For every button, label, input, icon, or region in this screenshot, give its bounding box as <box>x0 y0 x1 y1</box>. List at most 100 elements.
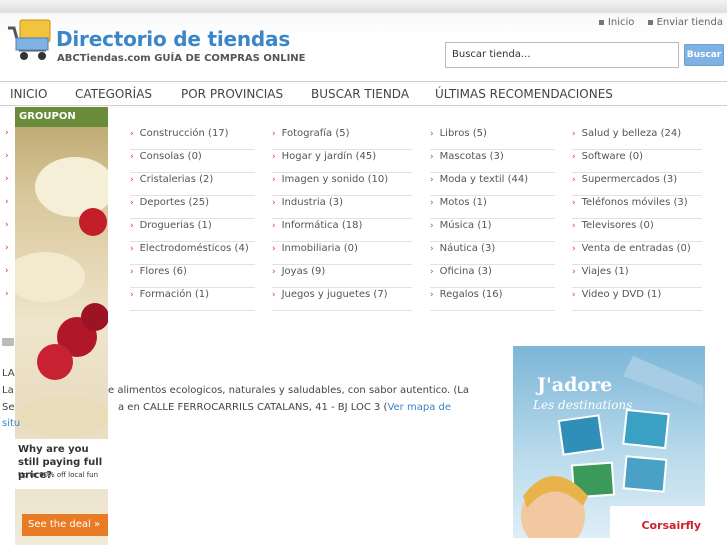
ad-headline: J'adore <box>537 374 613 396</box>
chevron-right-icon: › <box>5 151 9 161</box>
top-links: Inicio Enviar tienda <box>589 17 723 28</box>
search-input[interactable]: Buscar tienda... <box>445 42 679 68</box>
chevron-right-icon: › <box>5 266 9 276</box>
category-label: Inmobiliaria (0) <box>281 243 358 254</box>
category-link[interactable]: › Viajes (1) <box>572 266 702 288</box>
shopping-cart-logo-icon[interactable] <box>6 16 54 66</box>
category-link[interactable]: › Música (1) <box>430 220 555 242</box>
chevron-right-icon: › <box>572 267 576 277</box>
category-link[interactable]: › Deportes (25) <box>130 197 255 219</box>
category-label: Joyas (9) <box>281 266 326 277</box>
category-label: Libros (5) <box>439 128 487 139</box>
category-label: Náutica (3) <box>439 243 496 254</box>
search-button[interactable]: Buscar <box>684 44 724 66</box>
category-label: Construcción (17) <box>139 128 229 139</box>
category-link[interactable]: › Industria (3) <box>272 197 412 219</box>
groupon-ad[interactable]: GROUPON Why are you still paying full pr… <box>15 107 108 545</box>
chevron-right-icon: › <box>430 290 434 300</box>
home-link[interactable]: Inicio <box>598 17 634 28</box>
category-link[interactable]: › Formación (1) <box>130 289 255 311</box>
category-label: Software (0) <box>581 151 644 162</box>
header: Directorio de tiendas ABCTiendas.com GUÍ… <box>0 0 727 80</box>
chevron-right-icon: › <box>130 198 134 208</box>
chevron-right-icon: › <box>572 198 576 208</box>
chevron-right-icon: › <box>430 175 434 185</box>
nav-categorias[interactable]: CATEGORÍAS <box>75 87 152 101</box>
store-address: a en CALLE FERROCARRILS CATALANS, 41 - B… <box>118 402 451 413</box>
category-link[interactable]: › Cristalerias (2) <box>130 174 255 196</box>
category-link[interactable]: › Náutica (3) <box>430 243 555 265</box>
category-label: Informática (18) <box>281 220 363 231</box>
category-link[interactable]: › Joyas (9) <box>272 266 412 288</box>
collapse-toggle-icon[interactable] <box>2 338 14 346</box>
category-label: Música (1) <box>439 220 492 231</box>
category-link[interactable]: › Mascotas (3) <box>430 151 555 173</box>
chevron-right-icon: › <box>572 290 576 300</box>
category-label: Deportes (25) <box>139 197 210 208</box>
category-link[interactable]: › Imagen y sonido (10) <box>272 174 412 196</box>
category-link[interactable]: › Motos (1) <box>430 197 555 219</box>
category-link[interactable]: › Informática (18) <box>272 220 412 242</box>
category-link[interactable]: › Droguerias (1) <box>130 220 255 242</box>
chevron-right-icon: › <box>272 198 276 208</box>
category-label: Viajes (1) <box>581 266 629 277</box>
category-link[interactable]: › Venta de entradas (0) <box>572 243 702 265</box>
see-deal-button[interactable]: See the deal » <box>22 514 108 536</box>
page: Directorio de tiendas ABCTiendas.com GUÍ… <box>0 0 727 545</box>
category-link[interactable]: › Televisores (0) <box>572 220 702 242</box>
category-link[interactable]: › Flores (6) <box>130 266 255 288</box>
chevron-right-icon: › <box>572 221 576 231</box>
nav-recomendaciones[interactable]: ÚLTIMAS RECOMENDACIONES <box>435 87 613 101</box>
corsairfly-ad[interactable]: J'adore Les destinations Corsairfly <box>513 346 705 538</box>
chevron-right-icon: › <box>130 129 134 139</box>
chevron-right-icon: › <box>5 174 9 184</box>
category-link[interactable]: › Moda y textil (44) <box>430 174 555 196</box>
category-link[interactable]: › Fotografía (5) <box>272 128 412 150</box>
category-label: Industria (3) <box>281 197 344 208</box>
category-label: Hogar y jardín (45) <box>281 151 377 162</box>
category-label: Supermercados (3) <box>581 174 678 185</box>
chevron-right-icon: › <box>130 244 134 254</box>
category-label: Televisores (0) <box>581 220 654 231</box>
category-label: Video y DVD (1) <box>581 289 662 300</box>
nav-provincias[interactable]: POR PROVINCIAS <box>181 87 283 101</box>
submit-store-link[interactable]: Enviar tienda <box>647 17 723 28</box>
category-link[interactable]: › Construcción (17) <box>130 128 255 150</box>
chevron-right-icon: › <box>572 244 576 254</box>
category-link[interactable]: › Teléfonos móviles (3) <box>572 197 702 219</box>
groupon-logo: GROUPON <box>15 107 108 127</box>
nav-inicio[interactable]: INICIO <box>10 87 47 101</box>
map-link-cont[interactable]: situ <box>2 418 20 429</box>
chevron-right-icon: › <box>430 198 434 208</box>
chevron-right-icon: › <box>130 267 134 277</box>
chevron-right-icon: › <box>272 152 276 162</box>
chevron-right-icon: › <box>5 128 9 138</box>
category-link[interactable]: › Software (0) <box>572 151 702 173</box>
category-link[interactable]: › Oficina (3) <box>430 266 555 288</box>
chevron-right-icon: › <box>5 289 9 299</box>
category-link[interactable]: › Supermercados (3) <box>572 174 702 196</box>
category-link[interactable]: › Juegos y juguetes (7) <box>272 289 412 311</box>
category-label: Venta de entradas (0) <box>581 243 691 254</box>
category-link[interactable]: › Electrodomésticos (4) <box>130 243 255 265</box>
ad-subtext: Up to 90% off local fun <box>18 471 99 479</box>
category-label: Imagen y sonido (10) <box>281 174 389 185</box>
store-desc-start: La <box>2 385 14 396</box>
nav-buscar-tienda[interactable]: BUSCAR TIENDA <box>311 87 409 101</box>
map-link[interactable]: Ver mapa de <box>387 402 451 413</box>
main-nav: INICIO CATEGORÍAS POR PROVINCIAS BUSCAR … <box>0 81 727 106</box>
category-link[interactable]: › Video y DVD (1) <box>572 289 702 311</box>
chevron-right-icon: › <box>272 267 276 277</box>
category-link[interactable]: › Libros (5) <box>430 128 555 150</box>
category-label: Flores (6) <box>139 266 187 277</box>
chevron-right-icon: › <box>272 244 276 254</box>
category-link[interactable]: › Consolas (0) <box>130 151 255 173</box>
category-link[interactable]: › Regalos (16) <box>430 289 555 311</box>
category-label: Cristalerias (2) <box>139 174 214 185</box>
category-link[interactable]: › Inmobiliaria (0) <box>272 243 412 265</box>
category-link[interactable]: › Salud y belleza (24) <box>572 128 702 150</box>
site-title[interactable]: Directorio de tiendas <box>56 27 290 51</box>
chevron-right-icon: › <box>5 197 9 207</box>
category-label: Oficina (3) <box>439 266 492 277</box>
category-link[interactable]: › Hogar y jardín (45) <box>272 151 412 173</box>
